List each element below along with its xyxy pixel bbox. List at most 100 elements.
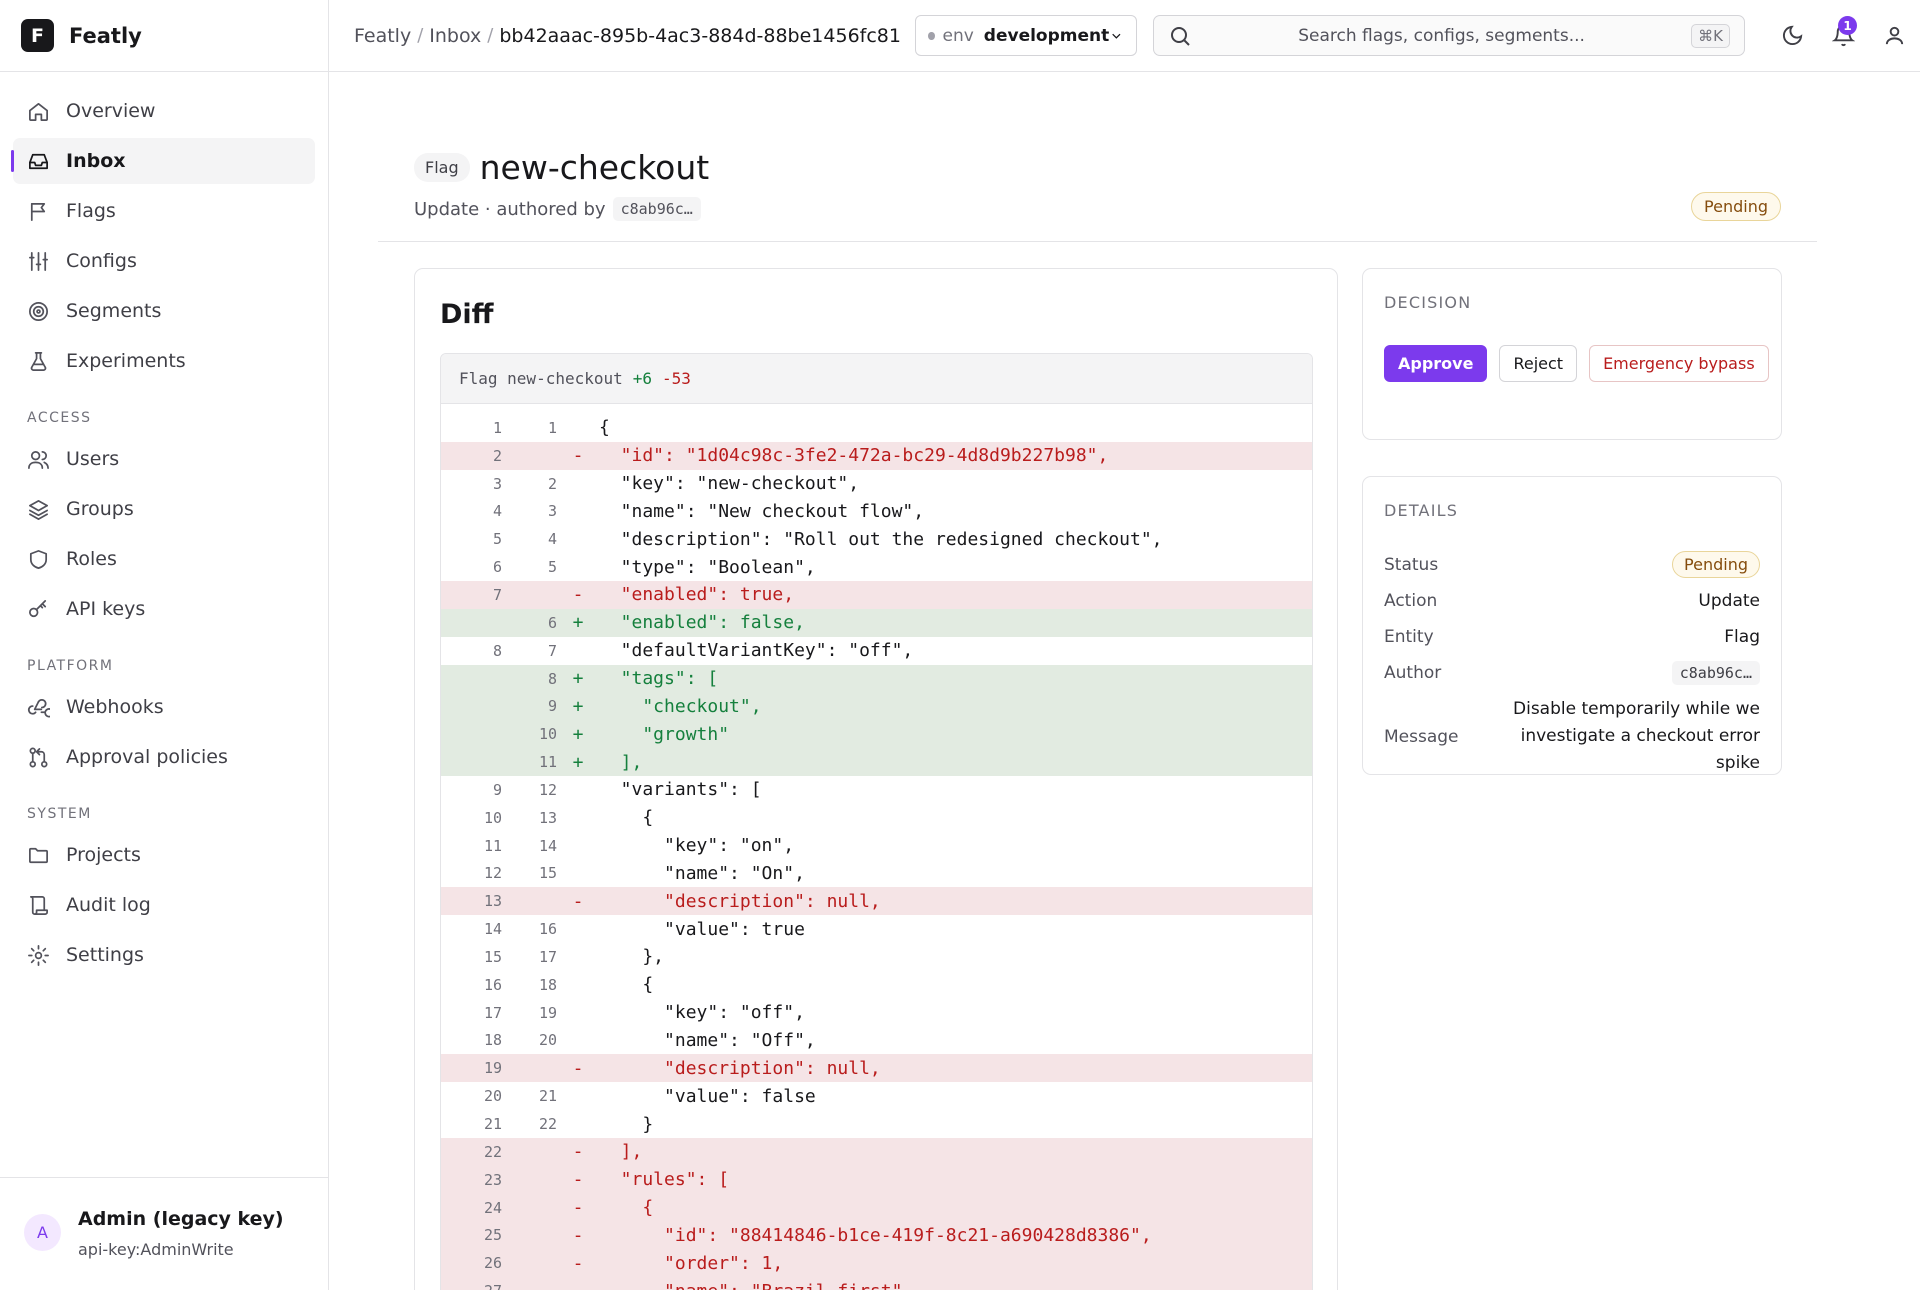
decision-panel: DECISION Approve Reject Emergency bypass <box>1362 268 1782 440</box>
user-profile[interactable]: A Admin (legacy key) api-key:AdminWrite <box>0 1177 328 1290</box>
diff-line-context: 16 18 { <box>441 971 1312 999</box>
breadcrumb-separator: / <box>417 25 424 46</box>
diff-code: }, <box>599 946 665 968</box>
diff-line-context: 3 2 "key": "new-checkout", <box>441 470 1312 498</box>
breadcrumb: Featly / Inbox / bb42aaac-895b-4ac3-884d… <box>354 25 901 47</box>
diff-header: Flag new-checkout +6 -53 <box>441 354 1312 404</box>
env-select[interactable]: env development <box>914 15 1137 56</box>
diff-line-context: 21 22 } <box>441 1110 1312 1138</box>
diff-line-context: 17 19 "key": "off", <box>441 999 1312 1027</box>
sidebar-item-label: Roles <box>66 548 117 570</box>
breadcrumb-app[interactable]: Featly <box>354 25 411 47</box>
account-button[interactable] <box>1869 15 1920 56</box>
diff-code: { <box>599 1197 654 1219</box>
breadcrumb-separator: / <box>487 25 494 46</box>
diff-marker: - <box>572 584 584 606</box>
old-line-number: 22 <box>483 1142 502 1161</box>
diff-title: Diff <box>440 299 494 330</box>
details-panel: DETAILS Status Pending Action Update Ent… <box>1362 476 1782 775</box>
sidebar-item-audit-log[interactable]: Audit log <box>13 882 315 928</box>
detail-row-message: Message Disable temporarily while we inv… <box>1384 696 1760 777</box>
diff-code: "description": null, <box>599 890 881 912</box>
sidebar-item-webhooks[interactable]: Webhooks <box>13 684 315 730</box>
breadcrumb-inbox[interactable]: Inbox <box>429 25 481 47</box>
diff-line-removed: 22 - ], <box>441 1137 1312 1166</box>
diff-code: "name": "On", <box>599 862 805 884</box>
topbar: Featly / Inbox / bb42aaac-895b-4ac3-884d… <box>329 0 1920 72</box>
new-line-number: 7 <box>547 641 557 660</box>
sidebar-item-groups[interactable]: Groups <box>13 486 315 532</box>
brand[interactable]: F Featly <box>0 0 328 72</box>
sidebar-item-users[interactable]: Users <box>13 436 315 482</box>
old-line-number: 19 <box>483 1059 502 1078</box>
app-logo: F <box>21 19 54 52</box>
env-label: env <box>942 25 974 46</box>
detail-value: Flag <box>1724 627 1760 647</box>
sidebar-item-label: Segments <box>66 300 162 322</box>
scroll-icon <box>29 895 48 915</box>
sidebar-item-api-keys[interactable]: API keys <box>13 586 315 632</box>
target-icon <box>29 301 48 321</box>
sidebar-item-overview[interactable]: Overview <box>13 88 315 134</box>
diff-viewer[interactable]: Flag new-checkout +6 -53 1 1{2- "id": "1d… <box>440 353 1313 1290</box>
app-name: Featly <box>69 23 142 48</box>
old-line-number: 14 <box>483 920 502 939</box>
old-line-number: 12 <box>483 864 502 883</box>
sidebar-item-flags[interactable]: Flags <box>13 188 315 234</box>
diff-line-removed: 7 - "enabled": true, <box>441 581 1312 609</box>
diff-code: ], <box>599 1141 643 1163</box>
sidebar-item-settings[interactable]: Settings <box>13 932 315 978</box>
sidebar-item-approval-policies[interactable]: Approval policies <box>13 734 315 780</box>
diff-card: Diff Flag new-checkout +6 -53 1 1{2- "id"… <box>414 268 1338 1290</box>
diff-code: "id": "1d04c98c-3fe2-472a-bc29-4d8d9b227… <box>599 445 1109 467</box>
sidebar-item-label: Inbox <box>66 150 126 172</box>
theme-toggle-button[interactable] <box>1767 15 1818 56</box>
sidebar-item-experiments[interactable]: Experiments <box>13 338 315 384</box>
old-line-number: 21 <box>483 1115 502 1134</box>
new-line-number: 3 <box>547 502 557 521</box>
status-badge: Pending <box>1691 192 1781 221</box>
diff-line-context: 4 3 "name": "New checkout flow", <box>441 498 1312 526</box>
old-line-number: 1 <box>492 418 502 437</box>
detail-key: Author <box>1384 663 1442 683</box>
sidebar-item-segments[interactable]: Segments <box>13 288 315 334</box>
diff-code: "id": "88414846-b1ce-419f-8c21-a690428d8… <box>599 1224 1152 1246</box>
new-line-number: 1 <box>547 418 557 437</box>
diff-line-context: 14 16 "value": true <box>441 915 1312 943</box>
diff-line-removed: 25 - "id": "88414846-b1ce-419f-8c21-a6904… <box>441 1221 1312 1250</box>
shield-icon <box>29 549 48 569</box>
diff-marker: + <box>572 668 584 690</box>
search-input[interactable] <box>1191 25 1692 46</box>
diff-code: { <box>599 417 610 439</box>
approve-button[interactable]: Approve <box>1384 345 1488 382</box>
diff-lines: 1 1{2- "id": "1d04c98c-3fe2-472a-bc29-4d8… <box>441 404 1312 1290</box>
sidebar-item-roles[interactable]: Roles <box>13 536 315 582</box>
env-value: development <box>983 25 1110 46</box>
key-icon <box>29 599 47 617</box>
diff-line-removed: 27 - "name": "Brazil first", <box>441 1277 1312 1290</box>
emergency-bypass-button[interactable]: Emergency bypass <box>1589 345 1769 382</box>
detail-key: Message <box>1384 726 1459 747</box>
sidebar-item-label: Overview <box>66 100 156 122</box>
diff-marker: - <box>572 1224 584 1246</box>
notifications-button[interactable]: 1 <box>1818 15 1869 56</box>
sidebar-item-projects[interactable]: Projects <box>13 832 315 878</box>
detail-key: Status <box>1384 554 1439 575</box>
sidebar-item-configs[interactable]: Configs <box>13 238 315 284</box>
sidebar-item-inbox[interactable]: Inbox <box>11 138 315 184</box>
breadcrumb-current: bb42aaac-895b-4ac3-884d-88be1456fc81 <box>499 24 901 47</box>
new-line-number: 12 <box>538 780 557 799</box>
old-line-number: 23 <box>483 1170 502 1189</box>
reject-button[interactable]: Reject <box>1499 345 1578 382</box>
diff-line-added: 8 + "tags": [ <box>441 664 1312 693</box>
gear-icon <box>28 944 49 966</box>
diff-code: "tags": [ <box>599 668 719 690</box>
diff-line-removed: 24 - { <box>441 1193 1312 1222</box>
diff-code: "name": "New checkout flow", <box>599 500 925 522</box>
detail-row-status: Status Pending <box>1384 551 1760 578</box>
new-line-number: 11 <box>538 753 557 772</box>
home-icon <box>29 102 48 121</box>
old-line-number: 2 <box>492 446 502 465</box>
diff-code: { <box>599 807 654 829</box>
search-bar[interactable]: ⌘K <box>1152 15 1745 56</box>
